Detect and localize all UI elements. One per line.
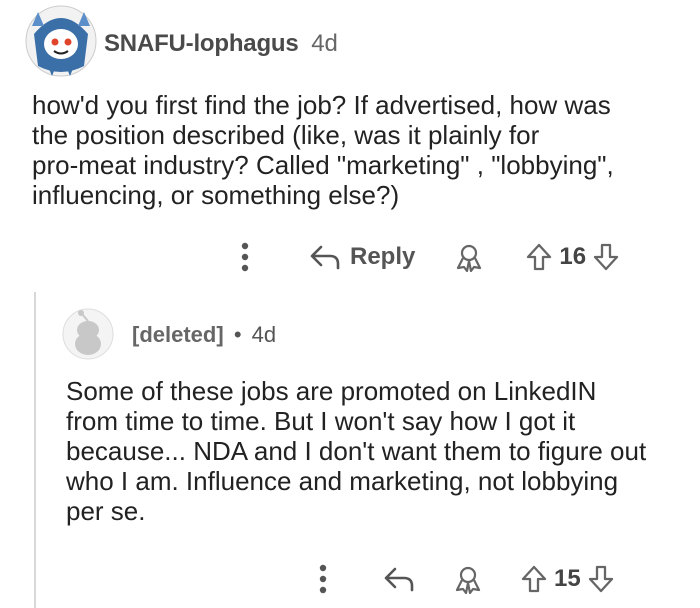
upvote-arrow-icon[interactable] — [520, 564, 548, 594]
comment-body: how'd you first find the job? If adverti… — [32, 90, 614, 210]
comment-meta: SNAFU-lophagus 4d — [104, 30, 338, 58]
timestamp: 4d — [251, 322, 277, 347]
comment-body: Some of these jobs are promoted on Linke… — [66, 376, 647, 526]
award-icon[interactable] — [452, 564, 484, 594]
vote-score: 16 — [559, 243, 587, 270]
downvote-arrow-icon[interactable] — [592, 242, 620, 272]
vote-controls: 15 — [520, 564, 615, 594]
thread-line[interactable] — [34, 292, 36, 608]
upvote-arrow-icon[interactable] — [525, 242, 553, 272]
vote-controls: 16 — [525, 242, 620, 272]
reply-label: Reply — [350, 243, 416, 270]
reply-arrow-icon — [310, 245, 340, 270]
comment-meta: [deleted] • 4d — [132, 322, 276, 348]
deleted-user-avatar-icon — [62, 308, 114, 360]
comment-actions: Reply 16 — [236, 240, 620, 274]
vote-score: 15 — [554, 565, 581, 592]
author-name[interactable]: SNAFU-lophagus — [104, 30, 299, 57]
comment-actions: 15 — [314, 562, 615, 596]
more-options-icon[interactable] — [236, 240, 254, 274]
user-avatar-icon[interactable] — [24, 4, 98, 78]
downvote-arrow-icon[interactable] — [587, 564, 615, 594]
reply-button[interactable]: Reply — [308, 243, 415, 271]
meta-separator: • — [233, 322, 242, 347]
award-icon[interactable] — [453, 242, 485, 272]
timestamp: 4d — [311, 30, 338, 57]
more-options-icon[interactable] — [314, 562, 332, 596]
reply-arrow-icon[interactable] — [382, 565, 416, 593]
author-name: [deleted] — [132, 322, 224, 347]
